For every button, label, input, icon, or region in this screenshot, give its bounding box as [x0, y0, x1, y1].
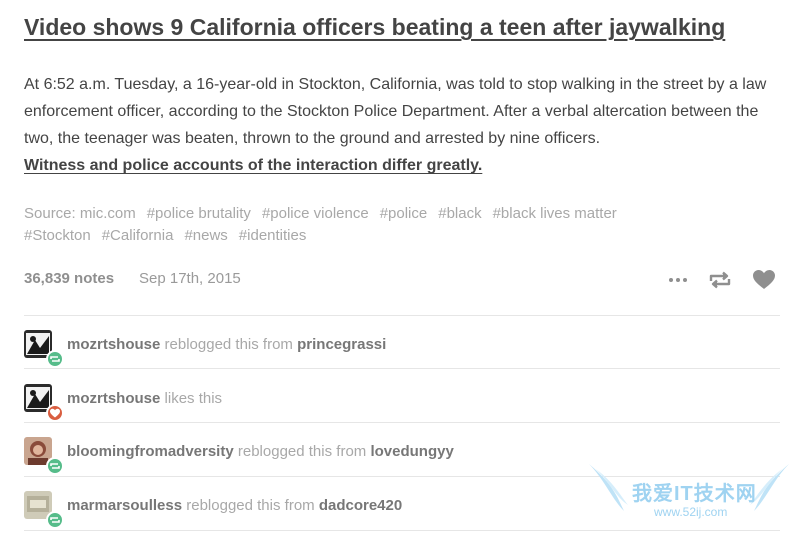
- divider: [24, 422, 780, 423]
- more-dots-icon[interactable]: [665, 268, 691, 292]
- note-action: reblogged this from: [237, 443, 367, 460]
- tag-list: Source: mic.com #police brutality #police …: [24, 203, 724, 247]
- post-body-text: At 6:52 a.m. Tuesday, a 16-year-old in S…: [24, 76, 767, 147]
- tag[interactable]: #black lives matter: [493, 205, 617, 222]
- note-user[interactable]: bloomingfromadversity: [67, 443, 234, 460]
- source-link[interactable]: Source: mic.com: [24, 205, 136, 222]
- note-item: mozrtshouse reblogged this from princegr…: [24, 330, 780, 370]
- note-target[interactable]: lovedungyy: [370, 443, 453, 460]
- tag[interactable]: #police violence: [262, 205, 369, 222]
- tag[interactable]: #identities: [239, 227, 307, 244]
- watermark-url: www.52ij.com: [654, 505, 728, 519]
- notes-count[interactable]: 36,839 notes: [24, 270, 114, 287]
- note-target[interactable]: princegrassi: [297, 336, 386, 353]
- note-action: likes this: [164, 390, 223, 407]
- like-badge-icon: [46, 404, 64, 422]
- post-meta: 36,839 notes Sep 17th, 2015: [24, 268, 780, 292]
- post-body-link[interactable]: Witness and police accounts of the inter…: [24, 157, 482, 174]
- note-user[interactable]: marmarsoulless: [67, 497, 182, 514]
- heart-icon[interactable]: [751, 268, 777, 292]
- note-user[interactable]: mozrtshouse: [67, 390, 160, 407]
- note-text: mozrtshouse likes this: [67, 390, 222, 407]
- note-text: mozrtshouse reblogged this from princegr…: [67, 336, 386, 353]
- reblog-icon[interactable]: [707, 268, 733, 292]
- post-title[interactable]: Video shows 9 California officers beatin…: [24, 14, 725, 41]
- tag[interactable]: #black: [438, 205, 481, 222]
- tag[interactable]: #California: [102, 227, 174, 244]
- tag[interactable]: #news: [184, 227, 227, 244]
- note-action: reblogged this from: [186, 497, 315, 514]
- divider: [24, 368, 780, 369]
- note-item: mozrtshouse likes this: [24, 384, 780, 424]
- divider: [24, 315, 780, 316]
- reblog-badge-icon: [46, 350, 64, 368]
- reblog-badge-icon: [46, 511, 64, 529]
- tag[interactable]: #police: [380, 205, 428, 222]
- note-target[interactable]: dadcore420: [319, 497, 402, 514]
- post-date[interactable]: Sep 17th, 2015: [139, 270, 241, 287]
- watermark: 我爱IT技术网 www.52ij.com: [584, 459, 794, 531]
- watermark-text: 我爱IT技术网: [632, 483, 757, 505]
- post-body: At 6:52 a.m. Tuesday, a 16-year-old in S…: [24, 71, 779, 179]
- note-text: bloomingfromadversity reblogged this fro…: [67, 443, 454, 460]
- tag[interactable]: #police brutality: [147, 205, 251, 222]
- note-text: marmarsoulless reblogged this from dadco…: [67, 497, 402, 514]
- note-action: reblogged this from: [164, 336, 293, 353]
- tag[interactable]: #Stockton: [24, 227, 91, 244]
- reblog-badge-icon: [46, 457, 64, 475]
- note-user[interactable]: mozrtshouse: [67, 336, 160, 353]
